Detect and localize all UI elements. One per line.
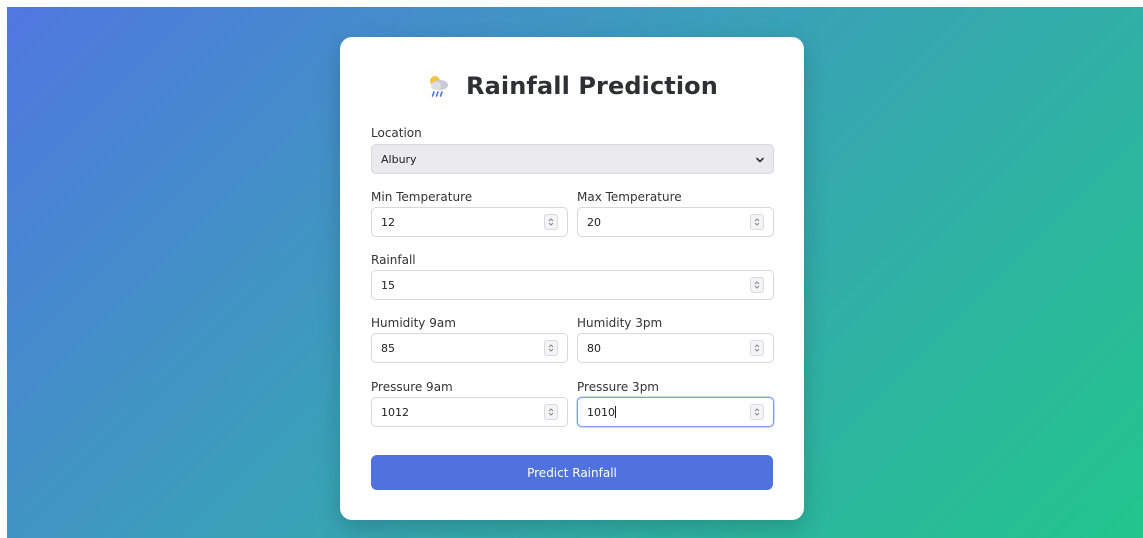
location-selected-value: Albury — [381, 153, 417, 166]
rainfall-label: Rainfall — [371, 253, 416, 267]
max-temperature-value: 20 — [587, 216, 601, 229]
pressure-9am-stepper[interactable] — [544, 404, 558, 420]
humidity-9am-value: 85 — [381, 342, 395, 355]
location-select[interactable]: Albury — [371, 144, 774, 174]
pressure-3pm-input[interactable]: 1010 — [577, 397, 774, 427]
pressure-3pm-label: Pressure 3pm — [577, 380, 659, 394]
humidity-9am-label: Humidity 9am — [371, 316, 456, 330]
predict-rainfall-button[interactable]: Predict Rainfall — [371, 455, 773, 490]
rainfall-value: 15 — [381, 279, 395, 292]
pressure-9am-input[interactable]: 1012 — [371, 397, 568, 427]
pressure-3pm-stepper[interactable] — [750, 404, 764, 420]
humidity-3pm-label: Humidity 3pm — [577, 316, 663, 330]
min-temperature-label: Min Temperature — [371, 190, 473, 204]
humidity-3pm-value: 80 — [587, 342, 601, 355]
humidity-9am-stepper[interactable] — [544, 340, 558, 356]
prediction-card: Rainfall Prediction Location Albury Min … — [340, 37, 804, 520]
min-temperature-stepper[interactable] — [544, 214, 558, 230]
page-background: Rainfall Prediction Location Albury Min … — [7, 7, 1143, 538]
humidity-3pm-input[interactable]: 80 — [577, 333, 774, 363]
max-temperature-input[interactable]: 20 — [577, 207, 774, 237]
rain-cloud-icon — [430, 76, 449, 97]
rainfall-stepper[interactable] — [750, 277, 764, 293]
min-temperature-input[interactable]: 12 — [371, 207, 568, 237]
rainfall-input[interactable]: 15 — [371, 270, 774, 300]
humidity-9am-input[interactable]: 85 — [371, 333, 568, 363]
page-title: Rainfall Prediction — [466, 72, 718, 100]
pressure-3pm-value: 1010 — [587, 406, 615, 419]
location-label: Location — [371, 126, 422, 140]
chevron-down-icon — [756, 157, 764, 163]
pressure-9am-value: 1012 — [381, 406, 409, 419]
humidity-3pm-stepper[interactable] — [750, 340, 764, 356]
text-cursor — [615, 406, 616, 418]
pressure-9am-label: Pressure 9am — [371, 380, 453, 394]
max-temperature-label: Max Temperature — [577, 190, 682, 204]
card-header: Rainfall Prediction — [340, 69, 804, 103]
max-temperature-stepper[interactable] — [750, 214, 764, 230]
min-temperature-value: 12 — [381, 216, 395, 229]
